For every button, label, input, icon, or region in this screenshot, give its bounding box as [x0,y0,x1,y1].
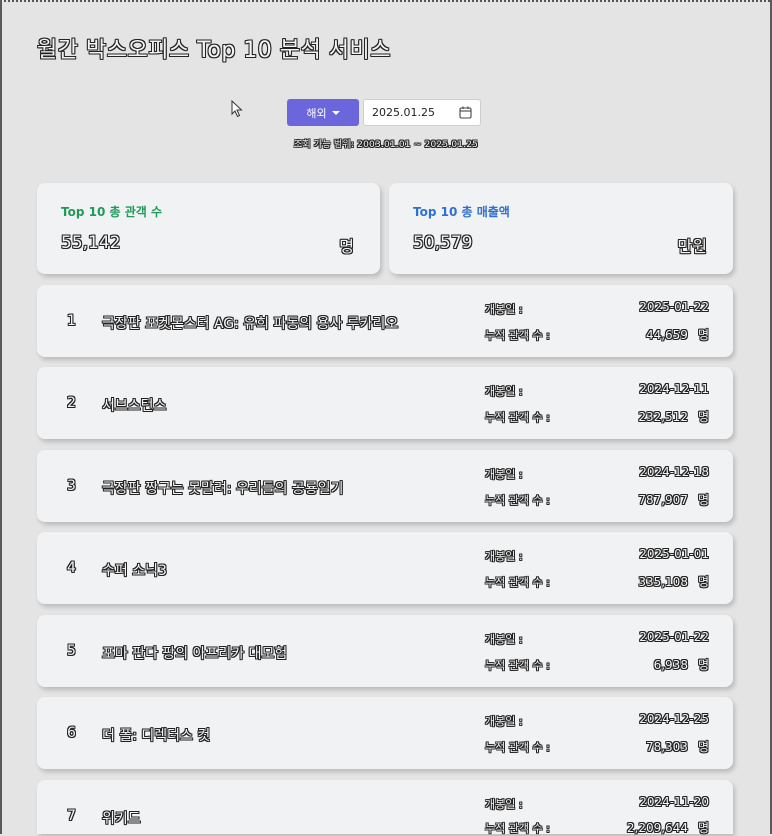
date-input-value: 2025.01.25 [372,106,435,119]
open-date-label: 개봉일 : [485,385,523,398]
movie-title: 위키드 [102,811,141,827]
open-date-label: 개봉일 : [485,715,523,728]
movie-title: 극장판 짱구는 못말려: 우리들의 공룡일기 [102,481,344,497]
movie-rank: 2 [67,395,76,411]
total-sales-label: Top 10 총 매출액 [413,205,510,219]
movie-rank: 6 [67,725,76,741]
window-left-border [0,0,2,834]
open-date-label: 개봉일 : [485,633,523,646]
open-date-value: 2024-11-20 [639,795,709,809]
search-controls: 해외 2025.01.25 [287,99,481,126]
total-audience-label: Top 10 총 관객 수 [61,205,162,219]
calendar-icon[interactable] [459,106,472,119]
movie-card[interactable]: 4 수퍼 소닉3 개봉일 : 2025-01-01 누적 관객 수 : 335,… [37,532,733,604]
audience-value: 787,907 [638,493,688,507]
audience-value: 232,512 [638,410,688,424]
open-date-value: 2024-12-18 [639,465,709,479]
audience-value: 2,209,644 [626,821,688,835]
audience-label: 누적 관객 수 : [485,494,550,507]
movie-title: 극장판 포켓몬스터 AG: 유희 파동의 용사 루카리오 [102,316,399,332]
audience-value-group: 44,659 명 [646,326,709,343]
movie-title: 수퍼 소닉3 [102,563,167,579]
audience-value: 6,938 [653,658,688,672]
caret-down-icon [331,110,340,115]
total-sales-value: 50,579 [413,233,473,253]
date-range-hint: 조회 가능 범위: 2003.01.01 ~ 2025.01.25 [293,140,479,150]
mouse-pointer-icon [231,100,243,118]
audience-unit: 명 [697,328,709,342]
open-date-value: 2025-01-22 [639,630,709,644]
movie-title: 포마 판다 팡의 아프리카 대모험 [102,646,288,662]
page-title: 월간 박스오피스 Top 10 분석 서비스 [37,38,391,63]
open-date-value: 2025-01-01 [639,547,709,561]
movie-card[interactable]: 1 극장판 포켓몬스터 AG: 유희 파동의 용사 루카리오 개봉일 : 202… [37,285,733,357]
movie-card[interactable]: 6 더 폴: 디렉터스 컷 개봉일 : 2024-12-25 누적 관객 수 :… [37,697,733,769]
movie-rank: 4 [67,560,76,576]
movie-card[interactable]: 7 위키드 개봉일 : 2024-11-20 누적 관객 수 : 2,209,6… [37,780,733,836]
audience-value-group: 232,512 명 [638,408,709,425]
audience-value: 335,108 [638,575,688,589]
total-audience-unit: 명 [339,237,354,256]
open-date-label: 개봉일 : [485,303,523,316]
total-audience-card: Top 10 총 관객 수 55,142 명 [37,183,380,274]
audience-value-group: 335,108 명 [638,573,709,590]
audience-unit: 명 [697,740,709,754]
audience-value: 78,303 [645,740,688,754]
open-date-value: 2024-12-25 [639,712,709,726]
audience-unit: 명 [697,575,709,589]
audience-label: 누적 관객 수 : [485,659,550,672]
audience-value-group: 787,907 명 [638,491,709,508]
audience-value-group: 2,209,644 명 [627,819,709,836]
audience-unit: 명 [697,493,709,507]
movie-rank: 3 [67,478,76,494]
movie-rank: 1 [67,313,76,329]
open-date-label: 개봉일 : [485,550,523,563]
audience-unit: 명 [697,410,709,424]
audience-value: 44,659 [645,328,688,342]
movie-card[interactable]: 2 서브스턴스 개봉일 : 2024-12-11 누적 관객 수 : 232,5… [37,367,733,439]
movie-title: 더 폴: 디렉터스 컷 [102,728,211,744]
open-date-label: 개봉일 : [485,468,523,481]
audience-value-group: 6,938 명 [654,656,709,673]
audience-label: 누적 관객 수 : [485,329,550,342]
region-dropdown-button[interactable]: 해외 [287,99,359,126]
total-sales-card: Top 10 총 매출액 50,579 만원 [389,183,733,274]
movie-card[interactable]: 3 극장판 짱구는 못말려: 우리들의 공룡일기 개봉일 : 2024-12-1… [37,450,733,522]
audience-label: 누적 관객 수 : [485,411,550,424]
movie-rank: 7 [67,808,76,824]
movie-title: 서브스턴스 [102,398,167,414]
open-date-value: 2025-01-22 [639,300,709,314]
audience-unit: 명 [697,821,709,835]
audience-label: 누적 관객 수 : [485,576,550,589]
window-top-border [0,0,772,2]
audience-label: 누적 관객 수 : [485,741,550,754]
total-sales-unit: 만원 [677,237,707,256]
movie-card[interactable]: 5 포마 판다 팡의 아프리카 대모험 개봉일 : 2025-01-22 누적 … [37,615,733,687]
movie-rank: 5 [67,643,76,659]
open-date-value: 2024-12-11 [639,382,709,396]
region-dropdown-label: 해외 [306,106,327,120]
audience-value-group: 78,303 명 [646,738,709,755]
audience-unit: 명 [697,658,709,672]
open-date-label: 개봉일 : [485,798,523,811]
total-audience-value: 55,142 [61,233,121,253]
date-input[interactable]: 2025.01.25 [363,99,481,126]
